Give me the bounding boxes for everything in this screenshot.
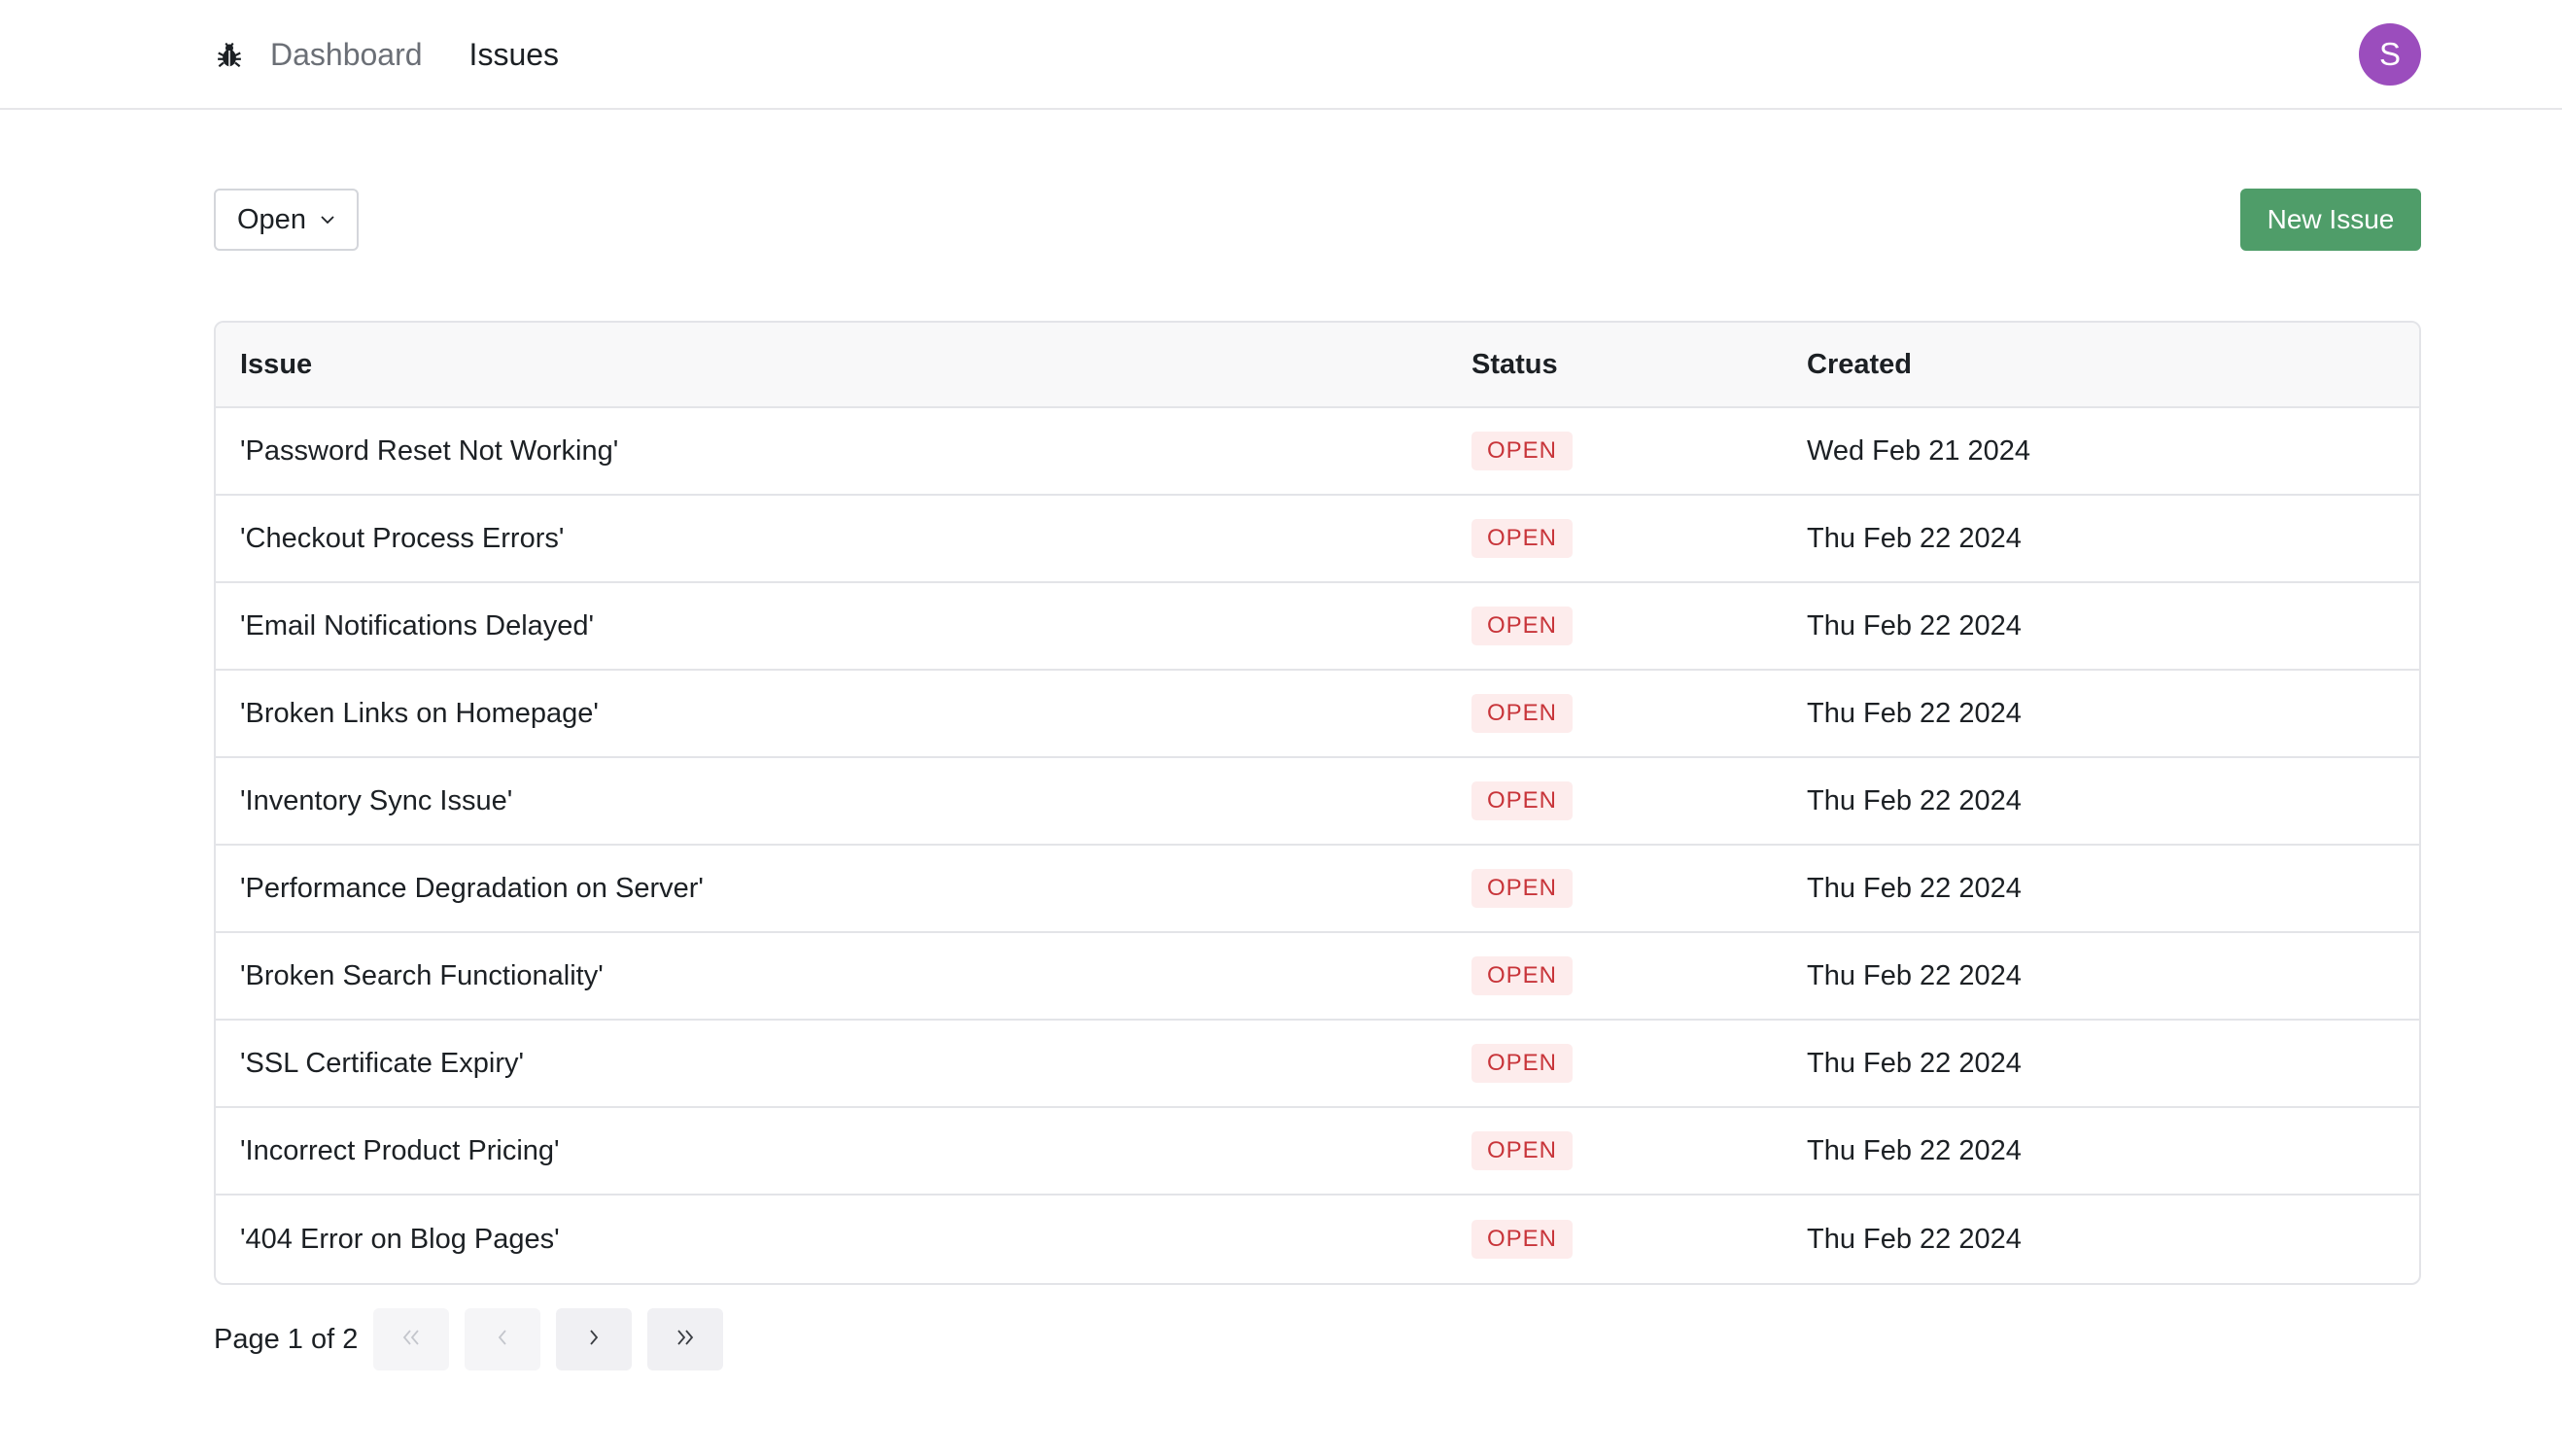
created-date: Thu Feb 22 2024 <box>1807 872 2022 904</box>
issue-title-link[interactable]: '404 Error on Blog Pages' <box>240 1224 560 1256</box>
new-issue-label: New Issue <box>2267 204 2395 234</box>
table-header-row: Issue Status Created <box>216 323 2419 408</box>
table-row: 'Checkout Process Errors' OPEN Thu Feb 2… <box>216 496 2419 583</box>
table-row: 'Broken Links on Homepage' OPEN Thu Feb … <box>216 671 2419 758</box>
issue-title-link[interactable]: 'Broken Links on Homepage' <box>240 698 599 730</box>
status-badge: OPEN <box>1471 694 1574 733</box>
nav-links: Dashboard Issues <box>214 0 606 110</box>
status-filter-select[interactable]: Open <box>214 189 359 251</box>
column-header-status[interactable]: Status <box>1471 349 1558 381</box>
next-page-button[interactable] <box>556 1308 633 1370</box>
issue-title-link[interactable]: 'SSL Certificate Expiry' <box>240 1048 524 1080</box>
column-header-issue[interactable]: Issue <box>240 349 312 381</box>
status-badge: OPEN <box>1471 1220 1574 1259</box>
created-date: Thu Feb 22 2024 <box>1807 959 2022 991</box>
issues-table: Issue Status Created 'Password Reset Not… <box>214 321 2421 1285</box>
created-date: Thu Feb 22 2024 <box>1807 522 2022 554</box>
bug-icon[interactable] <box>214 40 245 71</box>
chevron-down-icon <box>318 210 337 229</box>
status-badge: OPEN <box>1471 607 1574 645</box>
user-avatar[interactable]: S <box>2359 23 2421 86</box>
avatar-initial: S <box>2378 36 2401 72</box>
top-navbar: Dashboard Issues S <box>0 0 2562 110</box>
created-date: Thu Feb 22 2024 <box>1807 1047 2022 1079</box>
column-header-created[interactable]: Created <box>1807 349 1912 381</box>
issue-title-link[interactable]: 'Password Reset Not Working' <box>240 435 618 468</box>
created-date: Thu Feb 22 2024 <box>1807 784 2022 816</box>
table-row: 'Email Notifications Delayed' OPEN Thu F… <box>216 583 2419 671</box>
issue-title-link[interactable]: 'Checkout Process Errors' <box>240 523 564 555</box>
table-row: 'Performance Degradation on Server' OPEN… <box>216 846 2419 933</box>
chevron-left-icon <box>490 1325 515 1355</box>
issue-title-link[interactable]: 'Email Notifications Delayed' <box>240 610 594 642</box>
issue-title-link[interactable]: 'Incorrect Product Pricing' <box>240 1135 560 1167</box>
table-row: '404 Error on Blog Pages' OPEN Thu Feb 2… <box>216 1196 2419 1283</box>
issue-title-link[interactable]: 'Inventory Sync Issue' <box>240 785 512 817</box>
table-row: 'Inventory Sync Issue' OPEN Thu Feb 22 2… <box>216 758 2419 846</box>
created-date: Thu Feb 22 2024 <box>1807 1134 2022 1166</box>
new-issue-button[interactable]: New Issue <box>2240 189 2421 251</box>
table-row: 'SSL Certificate Expiry' OPEN Thu Feb 22… <box>216 1021 2419 1108</box>
table-row: 'Broken Search Functionality' OPEN Thu F… <box>216 933 2419 1021</box>
issue-title-link[interactable]: 'Performance Degradation on Server' <box>240 873 704 905</box>
created-date: Wed Feb 21 2024 <box>1807 434 2031 467</box>
issue-title-link[interactable]: 'Broken Search Functionality' <box>240 960 604 992</box>
chevron-right-icon <box>581 1325 606 1355</box>
status-badge: OPEN <box>1471 432 1574 470</box>
status-badge: OPEN <box>1471 956 1574 995</box>
status-badge: OPEN <box>1471 1131 1574 1170</box>
status-badge: OPEN <box>1471 519 1574 558</box>
last-page-button[interactable] <box>647 1308 724 1370</box>
nav-link-issues[interactable]: Issues <box>469 37 559 73</box>
page-indicator: Page 1 of 2 <box>214 1323 359 1355</box>
first-page-button[interactable] <box>373 1308 450 1370</box>
table-row: 'Incorrect Product Pricing' OPEN Thu Feb… <box>216 1108 2419 1196</box>
status-badge: OPEN <box>1471 781 1574 820</box>
nav-link-dashboard[interactable]: Dashboard <box>270 37 423 73</box>
pagination: Page 1 of 2 <box>214 1308 739 1370</box>
created-date: Thu Feb 22 2024 <box>1807 609 2022 641</box>
previous-page-button[interactable] <box>465 1308 541 1370</box>
created-date: Thu Feb 22 2024 <box>1807 697 2022 729</box>
status-filter-value: Open <box>237 203 306 235</box>
double-chevron-left-icon <box>398 1325 424 1355</box>
status-badge: OPEN <box>1471 1044 1574 1083</box>
status-badge: OPEN <box>1471 869 1574 908</box>
table-row: 'Password Reset Not Working' OPEN Wed Fe… <box>216 408 2419 496</box>
created-date: Thu Feb 22 2024 <box>1807 1223 2022 1255</box>
double-chevron-right-icon <box>673 1325 698 1355</box>
